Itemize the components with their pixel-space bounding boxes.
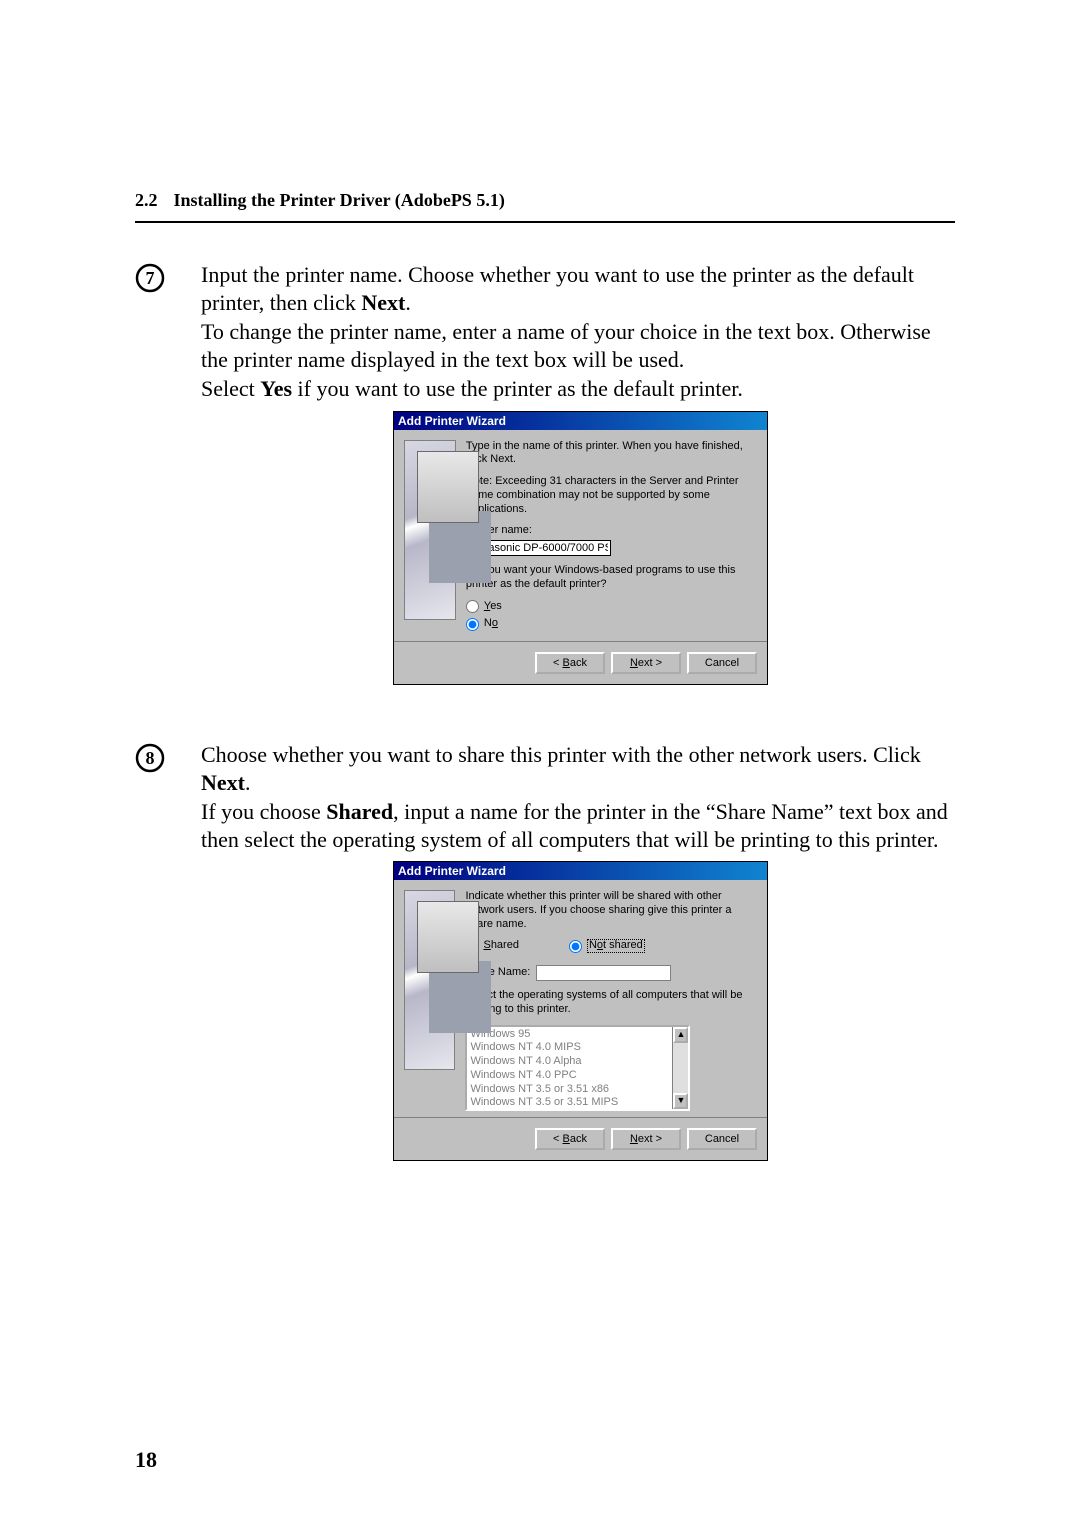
text: Input the printer name. Choose whether y…: [201, 262, 914, 315]
page-number: 18: [135, 1447, 157, 1473]
section-number: 2.2: [135, 190, 158, 211]
os-item[interactable]: Windows NT 3.5 or 3.51 x86: [470, 1083, 669, 1097]
share-name-input[interactable]: [536, 965, 671, 981]
wizard-body: Indicate whether this printer will be sh…: [394, 880, 767, 1117]
radio-shared-label: Shared: [483, 939, 518, 953]
radio-not-shared[interactable]: [569, 940, 582, 953]
text-bold: Next: [361, 290, 405, 315]
step-7-para-1: Input the printer name. Choose whether y…: [201, 261, 955, 316]
radio-no-row[interactable]: No: [466, 617, 757, 631]
text: .: [405, 290, 411, 315]
printer-name-input[interactable]: [466, 540, 611, 556]
wizard-footer: < Back Next > Cancel: [394, 641, 767, 684]
share-name-row: Share Name:: [465, 965, 757, 981]
os-item[interactable]: Windows 95: [470, 1028, 669, 1042]
wizard-share-dialog: Add Printer Wizard Indicate whether this…: [393, 861, 768, 1161]
radio-yes-label: Yes: [484, 600, 502, 614]
wizard-intro: Type in the name of this printer. When y…: [466, 440, 757, 468]
share-radio-group: Shared Not shared: [465, 939, 757, 957]
step-8-body: Choose whether you want to share this pr…: [201, 741, 955, 1191]
step-7-body: Input the printer name. Choose whether y…: [201, 261, 955, 715]
page: 2.2 Installing the Printer Driver (AdobeP…: [0, 0, 1080, 1528]
wizard-side-image: [404, 890, 455, 1070]
wizard-name-dialog: Add Printer Wizard Type in the name of t…: [393, 411, 768, 686]
os-item[interactable]: Windows NT 3.5 or 3.51 MIPS: [470, 1096, 669, 1110]
cancel-button[interactable]: Cancel: [687, 652, 757, 674]
divider: [135, 221, 955, 223]
wizard-share-intro: Indicate whether this printer will be sh…: [465, 890, 757, 931]
text-bold: Next: [201, 770, 245, 795]
next-button[interactable]: Next >: [611, 652, 681, 674]
wizard-footer: < Back Next > Cancel: [394, 1117, 767, 1160]
radio-yes-row[interactable]: Yes: [466, 600, 757, 614]
wizard-side-image: [404, 440, 456, 620]
os-listbox[interactable]: Windows 95 Windows NT 4.0 MIPS Windows N…: [465, 1025, 690, 1111]
next-button[interactable]: Next >: [611, 1128, 681, 1150]
scroll-down-icon[interactable]: ▼: [673, 1093, 688, 1109]
text: If you choose: [201, 799, 326, 824]
radio-no-label: No: [484, 617, 498, 631]
step-7-para-3: Select Yes if you want to use the printe…: [201, 375, 955, 403]
svg-text:7: 7: [146, 268, 155, 288]
wizard-content: Type in the name of this printer. When y…: [466, 440, 757, 636]
os-prompt: Select the operating systems of all comp…: [465, 989, 757, 1017]
wizard-titlebar: Add Printer Wizard: [394, 412, 767, 430]
radio-yes[interactable]: [466, 600, 479, 613]
radio-not-shared-label: Not shared: [587, 939, 645, 953]
wizard-titlebar: Add Printer Wizard: [394, 862, 767, 880]
wizard-content: Indicate whether this printer will be sh…: [465, 890, 757, 1111]
step-7-para-2: To change the printer name, enter a name…: [201, 318, 955, 373]
section-title: Installing the Printer Driver (AdobePS 5…: [174, 190, 505, 210]
printer-name-label: Printer name:: [466, 524, 757, 538]
text: Select: [201, 376, 260, 401]
step-8-para-1: Choose whether you want to share this pr…: [201, 741, 955, 796]
os-item[interactable]: Windows NT 4.0 Alpha: [470, 1055, 669, 1069]
step-8-marker-icon: 8: [135, 743, 165, 773]
radio-not-shared-row[interactable]: Not shared: [569, 939, 645, 953]
step-8: 8 Choose whether you want to share this …: [135, 741, 955, 1191]
wizard-note: Note: Exceeding 31 characters in the Ser…: [466, 475, 757, 516]
step-8-para-2: If you choose Shared, input a name for t…: [201, 798, 955, 853]
step-7: 7 Input the printer name. Choose whether…: [135, 261, 955, 715]
os-list-items: Windows 95 Windows NT 4.0 MIPS Windows N…: [467, 1027, 672, 1109]
radio-no[interactable]: [466, 618, 479, 631]
os-item[interactable]: Windows NT 4.0 MIPS: [470, 1041, 669, 1055]
text: Choose whether you want to share this pr…: [201, 742, 921, 767]
default-printer-question: Do you want your Windows-based programs …: [466, 564, 757, 592]
text-bold: Shared: [326, 799, 393, 824]
back-button[interactable]: < Back: [535, 652, 605, 674]
text-bold: Yes: [260, 376, 292, 401]
text: .: [245, 770, 251, 795]
os-item[interactable]: Windows NT 4.0 PPC: [470, 1069, 669, 1083]
text: if you want to use the printer as the de…: [292, 376, 743, 401]
back-button[interactable]: < Back: [535, 1128, 605, 1150]
step-7-marker-icon: 7: [135, 263, 165, 293]
scroll-up-icon[interactable]: ▲: [673, 1027, 688, 1043]
wizard-body: Type in the name of this printer. When y…: [394, 430, 767, 642]
section-heading: 2.2 Installing the Printer Driver (AdobeP…: [135, 190, 955, 211]
cancel-button[interactable]: Cancel: [687, 1128, 757, 1150]
scrollbar[interactable]: ▲ ▼: [672, 1027, 688, 1109]
svg-text:8: 8: [146, 748, 155, 768]
